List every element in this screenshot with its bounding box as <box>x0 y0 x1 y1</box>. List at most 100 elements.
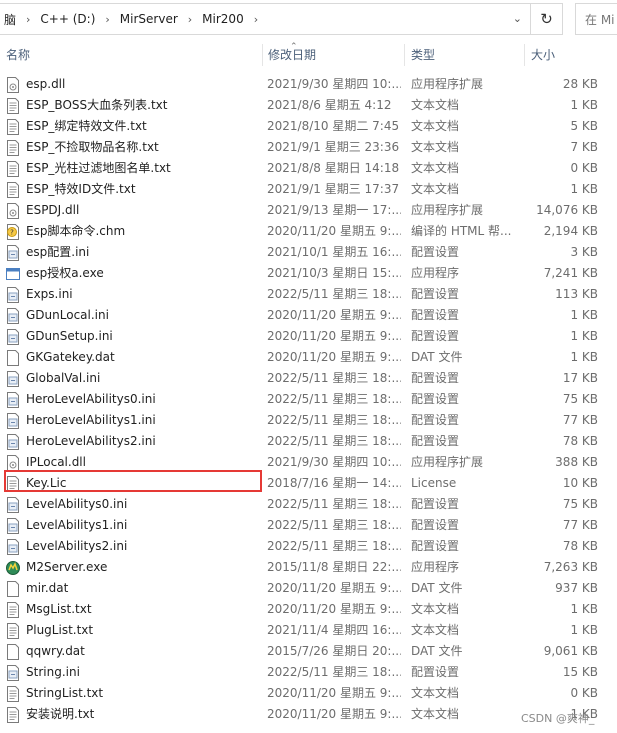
file-date: 2020/11/20 星期五 9:... <box>267 224 401 238</box>
file-name: IPLocal.dll <box>26 455 86 469</box>
file-row[interactable]: StringList.txt 2020/11/20 星期五 9:... 文本文档 0 … <box>0 683 617 704</box>
file-date: 2021/10/1 星期五 16:... <box>267 245 401 259</box>
file-row[interactable]: ESP_BOSS大血条列表.txt 2021/8/6 星期五 4:12 文本文档 1 … <box>0 95 617 116</box>
file-name: GDunLocal.ini <box>26 308 109 322</box>
dll-icon <box>6 454 20 471</box>
file-row[interactable]: GDunSetup.ini 2020/11/20 星期五 9:... 配置设置 1 K… <box>0 326 617 347</box>
refresh-button[interactable]: ↻ <box>531 3 563 35</box>
text-file-icon <box>6 601 20 618</box>
file-type: 文本文档 <box>411 182 460 196</box>
breadcrumb-item[interactable]: Mir200 <box>198 12 248 26</box>
chevron-right-icon[interactable]: › <box>182 13 198 26</box>
text-file-icon <box>6 118 20 135</box>
file-row[interactable]: PlugList.txt 2021/11/4 星期四 16:... 文本文档 1 KB <box>0 620 617 641</box>
column-header-type[interactable]: 类型 <box>411 42 435 66</box>
column-divider[interactable] <box>262 44 263 66</box>
file-size: 9,061 KB <box>543 644 598 658</box>
file-row[interactable]: esp.dll 2021/9/30 星期四 10:... 应用程序扩展 28 KB <box>0 74 617 95</box>
file-row[interactable]: ? Esp脚本命令.chm 2020/11/20 星期五 9:... 编译的 HTML… <box>0 221 617 242</box>
file-name: PlugList.txt <box>26 623 94 637</box>
file-row[interactable]: ESP_绑定特效文件.txt 2021/8/10 星期二 7:45 文本文档 5 KB <box>0 116 617 137</box>
chevron-right-icon[interactable]: › <box>248 13 264 26</box>
file-row[interactable]: ESP_光柱过滤地图名单.txt 2021/8/8 星期日 14:18 文本文档 0 … <box>0 158 617 179</box>
file-row[interactable]: LevelAbilitys0.ini 2022/5/11 星期三 18:... 配置… <box>0 494 617 515</box>
file-size: 75 KB <box>562 497 598 511</box>
file-date: 2022/5/11 星期三 18:... <box>267 539 401 553</box>
m2server-exe-icon <box>6 560 20 576</box>
file-row[interactable]: GlobalVal.ini 2022/5/11 星期三 18:... 配置设置 17 … <box>0 368 617 389</box>
file-name-cell: HeroLevelAbilitys1.ini <box>6 410 262 431</box>
chm-help-icon: ? <box>6 223 20 240</box>
file-date: 2020/11/20 星期五 9:... <box>267 350 401 364</box>
file-row[interactable]: ESP_特效ID文件.txt 2021/9/1 星期三 17:37 文本文档 1 KB <box>0 179 617 200</box>
text-file-icon <box>6 160 20 177</box>
file-row[interactable]: HeroLevelAbilitys1.ini 2022/5/11 星期三 18:.… <box>0 410 617 431</box>
file-row[interactable]: qqwry.dat 2015/7/26 星期日 20:... DAT 文件 9,061… <box>0 641 617 662</box>
file-row[interactable]: mir.dat 2020/11/20 星期五 9:... DAT 文件 937 KB <box>0 578 617 599</box>
file-row[interactable]: IPLocal.dll 2021/9/30 星期四 10:... 应用程序扩展 388… <box>0 452 617 473</box>
file-row[interactable]: GKGatekey.dat 2020/11/20 星期五 9:... DAT 文件 1… <box>0 347 617 368</box>
refresh-icon: ↻ <box>540 10 553 28</box>
file-date: 2022/5/11 星期三 18:... <box>267 434 401 448</box>
file-row[interactable]: HeroLevelAbilitys0.ini 2022/5/11 星期三 18:.… <box>0 389 617 410</box>
file-date: 2021/9/1 星期三 23:36 <box>267 140 400 154</box>
file-row[interactable]: esp授权a.exe 2021/10/3 星期日 15:... 应用程序 7,241 … <box>0 263 617 284</box>
ini-file-icon <box>6 664 20 681</box>
file-row[interactable]: MsgList.txt 2020/11/20 星期五 9:... 文本文档 1 KB <box>0 599 617 620</box>
file-row[interactable]: Exps.ini 2022/5/11 星期三 18:... 配置设置 113 KB <box>0 284 617 305</box>
ini-file-icon <box>6 370 20 387</box>
file-row[interactable]: LevelAbilitys1.ini 2022/5/11 星期三 18:... 配置… <box>0 515 617 536</box>
address-bar[interactable]: 脑 › C++ (D:) › MirServer › Mir200 › ⌄ <box>0 3 531 35</box>
file-size: 10 KB <box>562 476 598 490</box>
file-row[interactable]: esp配置.ini 2021/10/1 星期五 16:... 配置设置 3 KB <box>0 242 617 263</box>
file-date: 2021/8/6 星期五 4:12 <box>267 98 392 112</box>
text-file-icon <box>6 475 20 492</box>
file-row[interactable]: Key.Lic 2018/7/16 星期一 14:... License 10 KB <box>0 473 617 494</box>
file-type: 配置设置 <box>411 497 460 511</box>
file-name-cell: M2Server.exe <box>6 557 262 578</box>
file-type: 文本文档 <box>411 140 460 154</box>
file-name-cell: esp.dll <box>6 74 262 95</box>
file-row[interactable]: ESP_不捡取物品名称.txt 2021/9/1 星期三 23:36 文本文档 7 K… <box>0 137 617 158</box>
file-date: 2022/5/11 星期三 18:... <box>267 518 401 532</box>
file-name-cell: LevelAbilitys1.ini <box>6 515 262 536</box>
file-row[interactable]: GDunLocal.ini 2020/11/20 星期五 9:... 配置设置 1 K… <box>0 305 617 326</box>
file-name-cell: esp授权a.exe <box>6 263 262 284</box>
text-file-icon <box>6 181 20 198</box>
file-type: 应用程序 <box>411 560 460 574</box>
search-input[interactable]: 在 Mi <box>575 3 617 35</box>
file-name-cell: GDunSetup.ini <box>6 326 262 347</box>
file-type: 文本文档 <box>411 161 460 175</box>
column-divider[interactable] <box>404 44 405 66</box>
file-type: 文本文档 <box>411 707 460 721</box>
file-row[interactable]: M2Server.exe 2015/11/8 星期日 22:... 应用程序 7,26… <box>0 557 617 578</box>
breadcrumb-item[interactable]: C++ (D:) <box>36 12 99 26</box>
breadcrumb-item[interactable]: 脑 <box>0 11 20 28</box>
ini-file-icon <box>6 517 20 534</box>
file-name-cell: HeroLevelAbilitys0.ini <box>6 389 262 410</box>
ini-file-icon <box>6 433 20 450</box>
file-row[interactable]: HeroLevelAbilitys2.ini 2022/5/11 星期三 18:.… <box>0 431 617 452</box>
file-name-cell: MsgList.txt <box>6 599 262 620</box>
column-header-date[interactable]: 修改日期 <box>268 42 316 66</box>
file-type: DAT 文件 <box>411 350 463 364</box>
chevron-right-icon[interactable]: › <box>99 13 115 26</box>
file-row[interactable]: String.ini 2022/5/11 星期三 18:... 配置设置 15 KB <box>0 662 617 683</box>
file-date: 2021/8/10 星期二 7:45 <box>267 119 400 133</box>
column-header-name[interactable]: 名称 <box>6 42 30 66</box>
file-row[interactable]: LevelAbilitys2.ini 2022/5/11 星期三 18:... 配置… <box>0 536 617 557</box>
file-size: 7 KB <box>570 140 598 154</box>
dll-icon <box>6 76 20 93</box>
chevron-right-icon[interactable]: › <box>20 13 36 26</box>
file-size: 78 KB <box>562 434 598 448</box>
file-type: 配置设置 <box>411 413 460 427</box>
file-name: Key.Lic <box>26 476 67 490</box>
column-header-size[interactable]: 大小 <box>531 42 555 66</box>
chevron-down-icon[interactable]: ⌄ <box>513 12 522 25</box>
breadcrumb-item[interactable]: MirServer <box>116 12 182 26</box>
file-name: HeroLevelAbilitys0.ini <box>26 392 156 406</box>
file-row[interactable]: ESPDJ.dll 2021/9/13 星期一 17:... 应用程序扩展 14,07… <box>0 200 617 221</box>
column-divider[interactable] <box>524 44 525 66</box>
file-date: 2015/7/26 星期日 20:... <box>267 644 401 658</box>
file-type: DAT 文件 <box>411 644 463 658</box>
